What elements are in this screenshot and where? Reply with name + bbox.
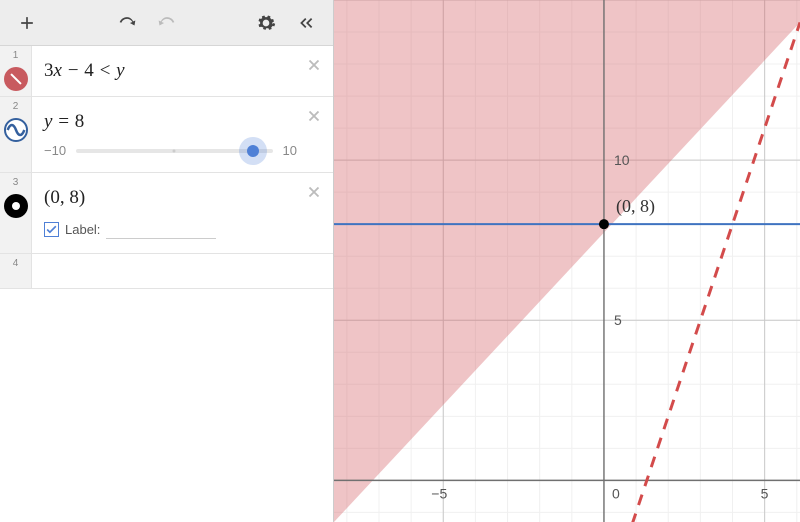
graph-svg: −5 0 5 5 10 (0, 8) <box>334 0 800 522</box>
expression-row[interactable]: 3 (0, 8) Label: <box>0 173 333 254</box>
expression-text[interactable]: (0, 8) <box>44 187 297 209</box>
point-icon[interactable] <box>4 194 28 218</box>
expression-row-empty[interactable]: 4 <box>0 254 333 289</box>
app-root: 1 3x − 4 < y 2 y = 8 <box>0 0 800 522</box>
tick-label: 10 <box>614 152 630 168</box>
label-checkbox[interactable] <box>44 222 59 237</box>
slider-midpoint-tick <box>173 149 176 152</box>
undo-button[interactable] <box>110 6 144 40</box>
inequality-icon[interactable] <box>4 67 28 91</box>
gear-icon <box>256 13 276 33</box>
point-label: (0, 8) <box>616 196 655 217</box>
expression-list: 1 3x − 4 < y 2 y = 8 <box>0 46 333 522</box>
slider-thumb[interactable] <box>247 145 259 157</box>
label-caption: Label: <box>65 222 100 237</box>
row-gutter: 1 <box>0 46 32 96</box>
redo-button[interactable] <box>150 6 184 40</box>
collapse-panel-button[interactable] <box>289 6 323 40</box>
delete-row-button[interactable] <box>303 54 325 76</box>
chevron-double-left-icon <box>296 13 316 33</box>
row-body: 3x − 4 < y <box>32 46 333 96</box>
curve-icon[interactable] <box>4 118 28 142</box>
row-index: 2 <box>13 101 19 112</box>
label-input[interactable] <box>106 219 216 239</box>
redo-icon <box>157 13 177 33</box>
row-body <box>32 254 333 288</box>
tick-label: 5 <box>761 485 769 501</box>
close-icon <box>305 107 323 125</box>
delete-row-button[interactable] <box>303 105 325 127</box>
undo-icon <box>117 13 137 33</box>
close-icon <box>305 183 323 201</box>
wave-icon <box>6 120 26 140</box>
row-body: y = 8 −10 10 <box>32 97 333 172</box>
row-body: (0, 8) Label: <box>32 173 333 253</box>
row-index: 4 <box>13 258 19 269</box>
expression-text[interactable]: 3x − 4 < y <box>44 60 297 82</box>
slider-max: 10 <box>283 143 297 158</box>
row-gutter: 3 <box>0 173 32 253</box>
graph-viewport[interactable]: −5 0 5 5 10 (0, 8) <box>334 0 800 522</box>
row-gutter: 4 <box>0 254 32 288</box>
plotted-point[interactable] <box>599 219 609 229</box>
slider: −10 10 <box>44 143 297 158</box>
expression-panel: 1 3x − 4 < y 2 y = 8 <box>0 0 334 522</box>
slider-track[interactable] <box>76 149 272 153</box>
expression-row[interactable]: 1 3x − 4 < y <box>0 46 333 97</box>
settings-button[interactable] <box>249 6 283 40</box>
label-option: Label: <box>44 219 297 239</box>
tick-label: 5 <box>614 312 622 328</box>
row-index: 3 <box>13 177 19 188</box>
delete-row-button[interactable] <box>303 181 325 203</box>
inequality-region <box>334 0 800 522</box>
slider-min: −10 <box>44 143 66 158</box>
check-icon <box>45 223 58 236</box>
row-index: 1 <box>13 50 19 61</box>
close-icon <box>305 56 323 74</box>
plus-icon <box>17 13 37 33</box>
panel-toolbar <box>0 0 333 46</box>
row-gutter: 2 <box>0 97 32 172</box>
add-expression-button[interactable] <box>10 6 44 40</box>
expression-text[interactable]: y = 8 <box>44 111 297 133</box>
expression-row[interactable]: 2 y = 8 −10 10 <box>0 97 333 173</box>
tick-label: −5 <box>431 485 447 501</box>
tick-label: 0 <box>612 485 620 501</box>
